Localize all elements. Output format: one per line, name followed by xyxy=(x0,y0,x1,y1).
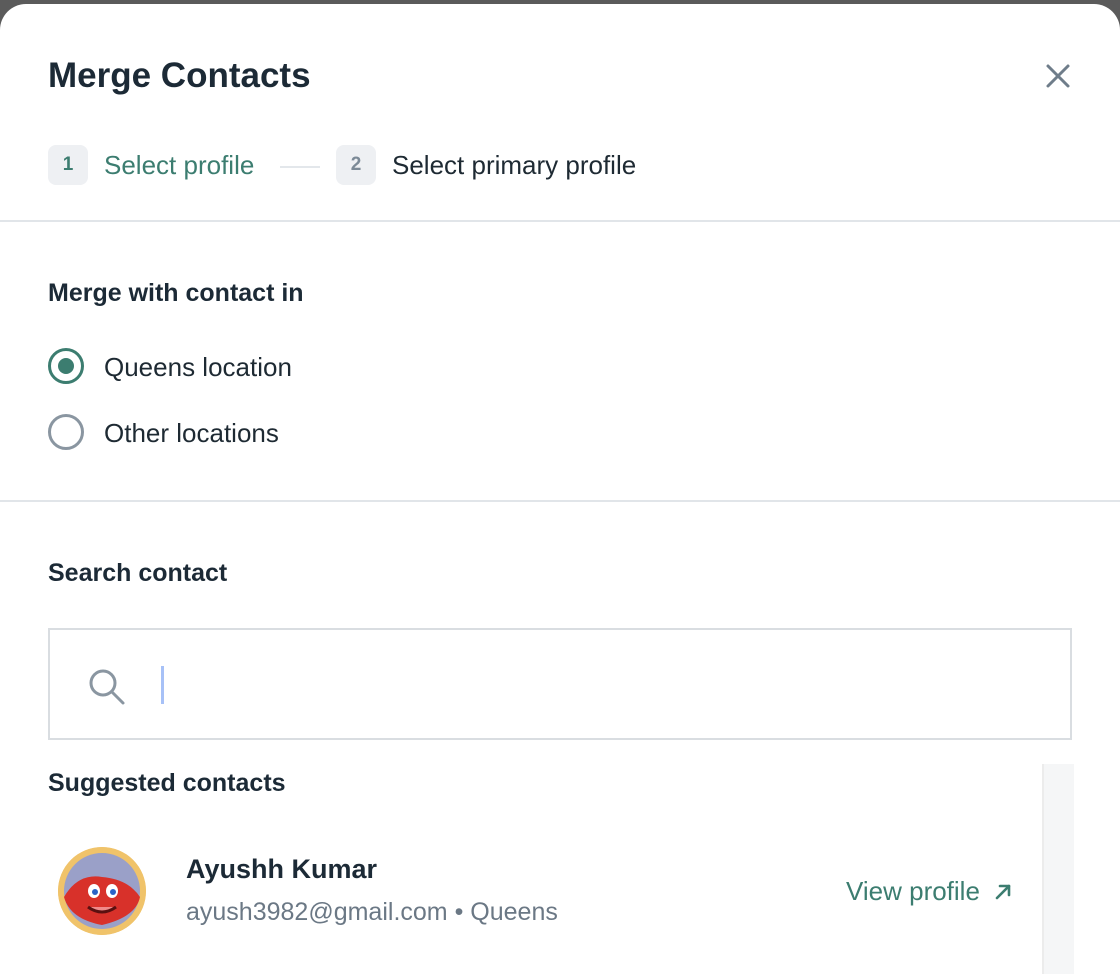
avatar xyxy=(58,847,146,935)
divider xyxy=(0,220,1120,222)
search-input[interactable] xyxy=(158,650,1042,720)
step-2-label: Select primary profile xyxy=(392,150,637,180)
scrollbar[interactable] xyxy=(1042,764,1074,974)
step-2-number: 2 xyxy=(336,145,376,185)
contact-meta: ayush3982@gmail.com • Queens xyxy=(186,898,558,927)
meta-separator: • xyxy=(454,898,464,926)
text-caret xyxy=(161,666,164,704)
suggested-contacts-title: Suggested contacts xyxy=(48,769,286,797)
radio-label-other-locations[interactable]: Other locations xyxy=(104,418,279,449)
radio-label-queens-location[interactable]: Queens location xyxy=(104,352,292,383)
arrow-up-right-icon xyxy=(995,884,1011,899)
view-profile-link[interactable]: View profile xyxy=(846,876,1014,907)
divider xyxy=(0,500,1120,502)
contact-name: Ayushh Kumar xyxy=(186,854,378,884)
view-profile-label: View profile xyxy=(846,876,980,906)
search-icon xyxy=(88,668,126,706)
contact-email: ayush3982@gmail.com xyxy=(186,898,448,926)
search-contact-title: Search contact xyxy=(48,559,228,587)
step-1-label: Select profile xyxy=(104,150,255,180)
merge-with-title: Merge with contact in xyxy=(48,279,304,307)
search-field[interactable] xyxy=(48,628,1072,740)
step-1-number: 1 xyxy=(48,145,88,185)
radio-other-locations[interactable] xyxy=(48,414,84,450)
contact-location: Queens xyxy=(470,898,558,926)
radio-queens-location[interactable] xyxy=(48,348,84,384)
modal-title: Merge Contacts xyxy=(48,56,311,95)
step-connector xyxy=(280,166,320,168)
merge-contacts-modal: Merge Contacts 1 Select profile 2 Select… xyxy=(0,4,1120,974)
close-icon[interactable] xyxy=(1038,56,1078,96)
